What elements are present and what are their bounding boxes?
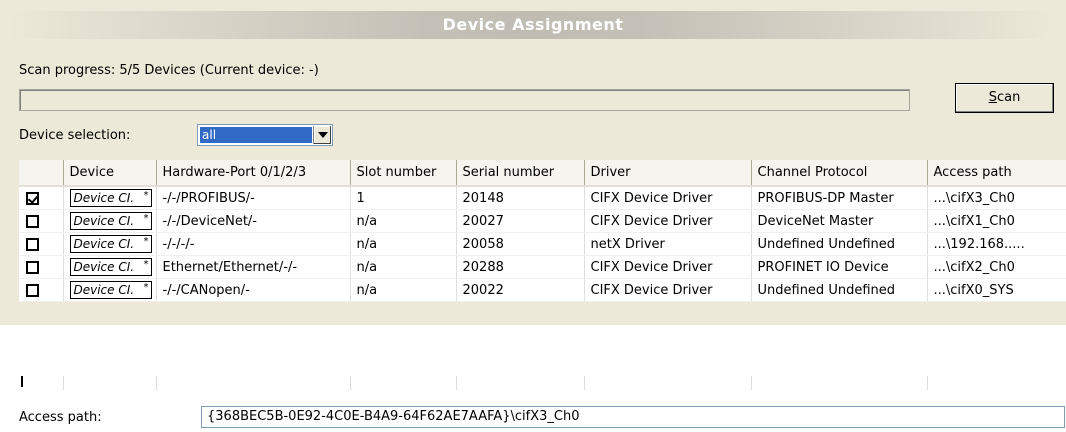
- row-select-cell: [19, 209, 64, 233]
- device-selector[interactable]: Device CI. *: [69, 235, 152, 253]
- scan-progress-label: Scan progress: 5/5 Devices (Current devi…: [19, 63, 319, 78]
- chevron-down-icon[interactable]: [313, 126, 331, 144]
- column-header-hardware-port[interactable]: Hardware-Port 0/1/2/3: [156, 160, 351, 187]
- device-cell: Device CI. *: [63, 255, 157, 279]
- device-cell: Device CI. *: [63, 209, 157, 233]
- device-selection-dropdown[interactable]: all: [197, 124, 333, 146]
- device-table: Device Hardware-Port 0/1/2/3 Slot number…: [19, 160, 1066, 302]
- table-header-row: Device Hardware-Port 0/1/2/3 Slot number…: [19, 160, 1066, 187]
- hardware-port-cell: Ethernet/Ethernet/-/-: [156, 255, 351, 279]
- device-selection-label: Device selection:: [19, 128, 131, 143]
- row-checkbox[interactable]: [26, 191, 39, 205]
- scan-progress-bar: [19, 89, 910, 111]
- row-select-cell: [19, 186, 64, 210]
- title-bar: Device Assignment: [8, 11, 1058, 39]
- access-path-field[interactable]: {368BEC5B-0E92-4C0E-B4A9-64F62AE7AAFA}\c…: [201, 406, 1065, 428]
- device-selector[interactable]: Device CI. *: [69, 212, 152, 230]
- slot-number-cell: 1: [350, 186, 457, 210]
- serial-number-cell: 20027: [456, 209, 585, 233]
- row-checkbox[interactable]: [26, 214, 39, 228]
- row-select-cell: [19, 278, 64, 302]
- slot-number-cell: n/a: [350, 278, 457, 302]
- access-path-label: Access path:: [19, 410, 102, 425]
- device-dropdown-marker: *: [143, 282, 149, 293]
- hardware-port-cell: -/-/CANopen/-: [156, 278, 351, 302]
- column-header-select[interactable]: [19, 160, 64, 187]
- device-name: Device CI.: [73, 237, 135, 251]
- column-header-slot-number[interactable]: Slot number: [350, 160, 457, 187]
- hardware-port-cell: -/-/PROFIBUS/-: [156, 186, 351, 210]
- driver-cell: CIFX Device Driver: [584, 209, 752, 233]
- device-name: Device CI.: [73, 191, 135, 205]
- table-row[interactable]: Device CI. * -/-/CANopen/- n/a 20022 CIFX Dev…: [19, 278, 1066, 302]
- access-path-cell: ...\cifX2_Ch0: [927, 255, 1066, 279]
- device-name: Device CI.: [73, 214, 135, 228]
- device-selection-value: all: [200, 127, 312, 143]
- row-checkbox[interactable]: [26, 260, 39, 274]
- serial-number-cell: 20022: [456, 278, 585, 302]
- table-scroll-remainder: [19, 376, 1066, 390]
- column-header-device[interactable]: Device: [63, 160, 157, 187]
- device-cell: Device CI. *: [63, 278, 157, 302]
- driver-cell: netX Driver: [584, 232, 752, 256]
- device-cell: Device CI. *: [63, 186, 157, 210]
- serial-number-cell: 20288: [456, 255, 585, 279]
- device-cell: Device CI. *: [63, 232, 157, 256]
- table-row[interactable]: Device CI. * -/-/-/- n/a 20058 netX Driver Und…: [19, 232, 1066, 256]
- row-checkbox[interactable]: [26, 237, 39, 251]
- channel-protocol-cell: PROFIBUS-DP Master: [751, 186, 928, 210]
- serial-number-cell: 20148: [456, 186, 585, 210]
- access-path-cell: ...\cifX1_Ch0: [927, 209, 1066, 233]
- column-header-access-path[interactable]: Access path: [927, 160, 1066, 187]
- device-selector[interactable]: Device CI. *: [69, 189, 152, 207]
- access-path-cell: ...\cifX0_SYS: [927, 278, 1066, 302]
- column-header-driver[interactable]: Driver: [584, 160, 752, 187]
- driver-cell: CIFX Device Driver: [584, 186, 752, 210]
- column-header-serial-number[interactable]: Serial number: [456, 160, 585, 187]
- hardware-port-cell: -/-/-/-: [156, 232, 351, 256]
- slot-number-cell: n/a: [350, 255, 457, 279]
- device-dropdown-marker: *: [143, 259, 149, 270]
- channel-protocol-cell: DeviceNet Master: [751, 209, 928, 233]
- device-dropdown-marker: *: [143, 213, 149, 224]
- serial-number-cell: 20058: [456, 232, 585, 256]
- channel-protocol-cell: PROFINET IO Device: [751, 255, 928, 279]
- table-row[interactable]: Device CI. * -/-/PROFIBUS/- 1 20148 CIFX Devi…: [19, 186, 1066, 210]
- channel-protocol-cell: Undefined Undefined: [751, 232, 928, 256]
- device-selector[interactable]: Device CI. *: [69, 258, 152, 276]
- row-select-cell: [19, 232, 64, 256]
- device-name: Device CI.: [73, 260, 135, 274]
- driver-cell: CIFX Device Driver: [584, 278, 752, 302]
- table-row[interactable]: Device CI. * Ethernet/Ethernet/-/- n/a 20288…: [19, 255, 1066, 279]
- access-path-cell: ...\192.168.....: [927, 232, 1066, 256]
- slot-number-cell: n/a: [350, 232, 457, 256]
- access-path-cell: ...\cifX3_Ch0: [927, 186, 1066, 210]
- device-dropdown-marker: *: [143, 190, 149, 201]
- channel-protocol-cell: Undefined Undefined: [751, 278, 928, 302]
- device-dropdown-marker: *: [143, 236, 149, 247]
- scan-button[interactable]: Scan: [955, 83, 1054, 113]
- column-header-channel-protocol[interactable]: Channel Protocol: [751, 160, 928, 187]
- hardware-port-cell: -/-/DeviceNet/-: [156, 209, 351, 233]
- device-name: Device CI.: [73, 283, 135, 297]
- slot-number-cell: n/a: [350, 209, 457, 233]
- table-row[interactable]: Device CI. * -/-/DeviceNet/- n/a 20027 CIFX D…: [19, 209, 1066, 233]
- dialog-title: Device Assignment: [442, 15, 624, 34]
- row-select-cell: [19, 255, 64, 279]
- row-cursor-mark: [21, 376, 23, 387]
- device-selector[interactable]: Device CI. *: [69, 281, 152, 299]
- row-checkbox[interactable]: [26, 283, 39, 297]
- driver-cell: CIFX Device Driver: [584, 255, 752, 279]
